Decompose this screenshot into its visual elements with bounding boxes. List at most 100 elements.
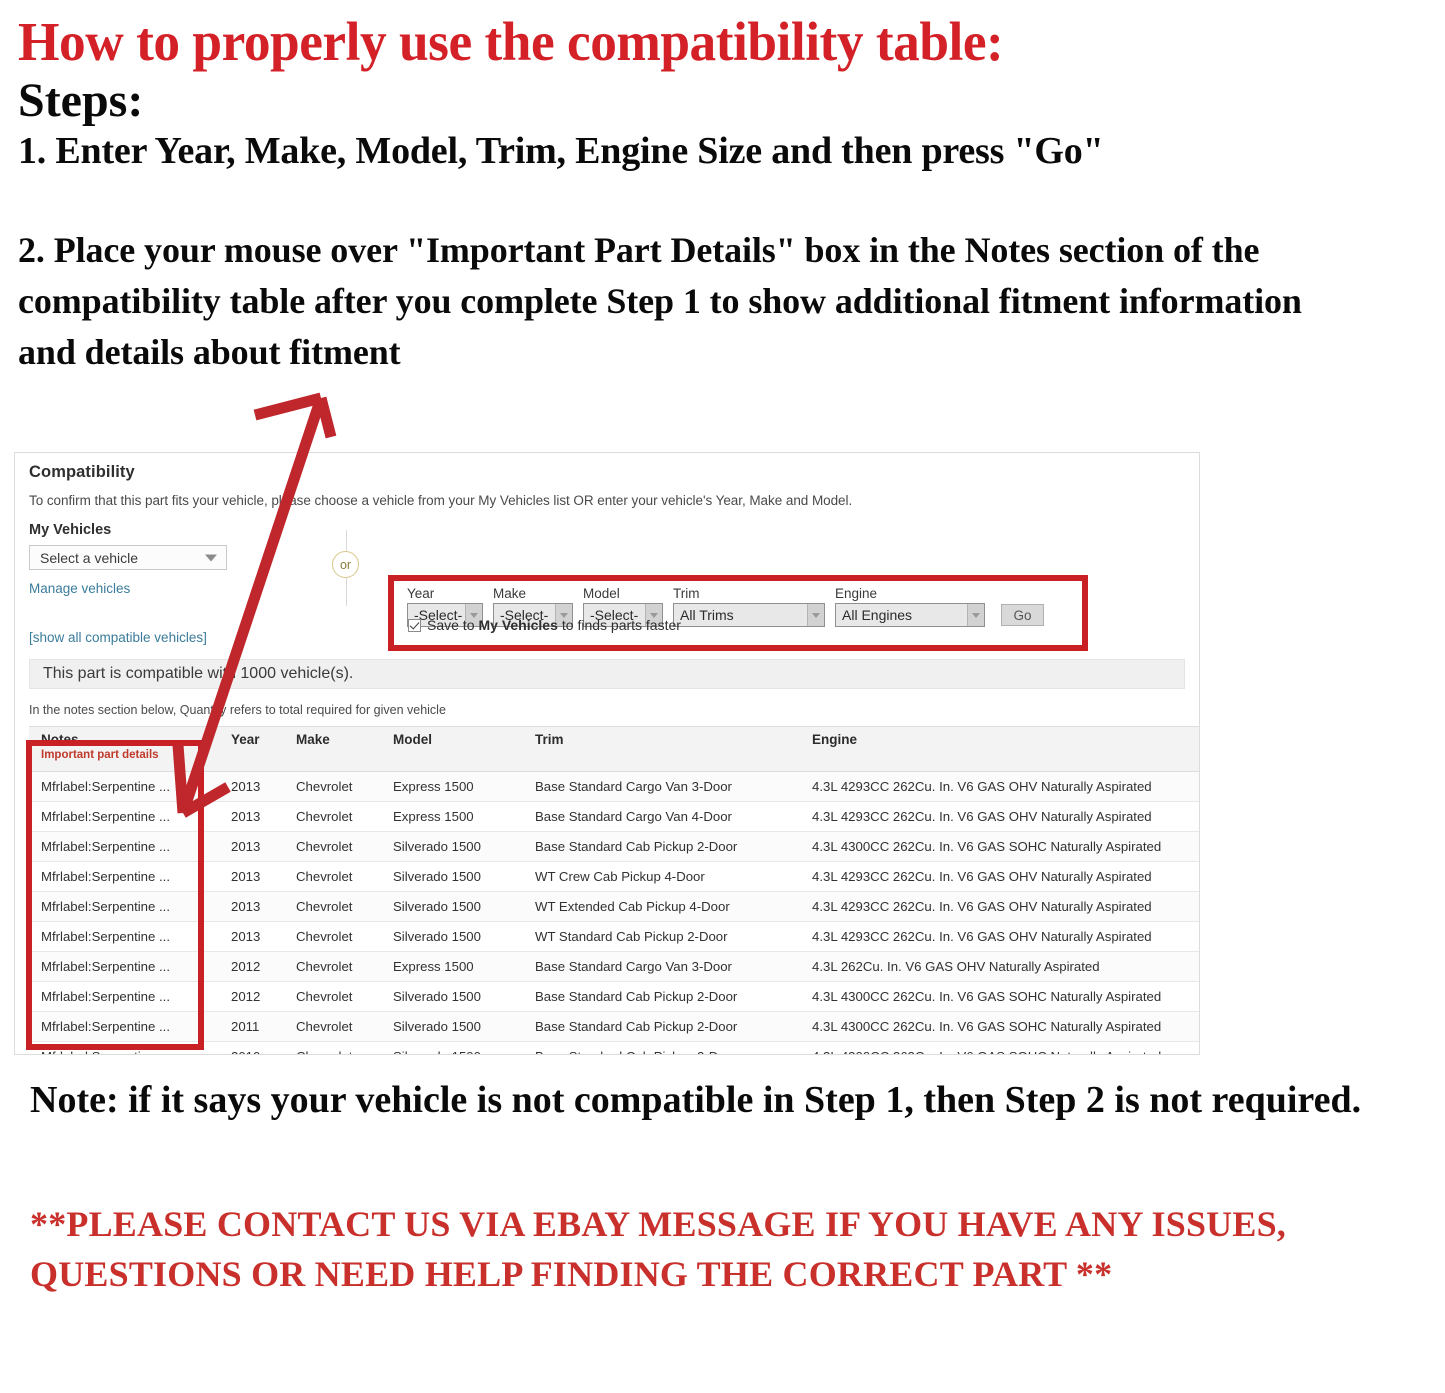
trim-select[interactable]: All Trims [673,603,825,627]
save-to-my-vehicles-row[interactable]: Save to My Vehicles to finds parts faste… [408,617,681,633]
my-vehicles-label: My Vehicles [29,522,112,538]
cell-year: 2011 [219,1011,284,1042]
cell-trim: WT Standard Cab Pickup 2-Door [523,921,800,952]
vehicle-chooser: My Vehicles Select a vehicle Manage vehi… [29,522,1191,651]
my-vehicles-select-value: Select a vehicle [40,549,139,566]
col-header-model: Model [381,726,523,772]
chevron-down-icon [967,604,984,626]
cell-model: Silverado 1500 [381,861,523,892]
engine-select-value: All Engines [842,607,913,623]
trim-select-value: All Trims [680,607,734,623]
go-button[interactable]: Go [1001,604,1044,626]
step-one-text: 1. Enter Year, Make, Model, Trim, Engine… [18,130,1104,173]
table-row: Mfrlabel:Serpentine ... 2013 Chevrolet Expr… [29,801,1199,832]
cell-engine: 4.3L 4300CC 262Cu. In. V6 GAS SOHC Natur… [800,1041,1199,1054]
fitment-table-body: Mfrlabel:Serpentine ... 2013 Chevrolet Expr… [29,771,1199,1054]
cell-notes: Mfrlabel:Serpentine ... [29,861,219,892]
col-header-notes: Notes Important part details [29,726,219,772]
col-header-trim: Trim [523,726,800,772]
chevron-down-icon [205,554,217,561]
year-label: Year [407,586,435,601]
table-row: Mfrlabel:Serpentine ... 2011 Chevrolet Silv… [29,1011,1199,1042]
cell-trim: Base Standard Cab Pickup 2-Door [523,981,800,1012]
cell-engine: 4.3L 4293CC 262Cu. In. V6 GAS OHV Natura… [800,921,1199,952]
cell-model: Express 1500 [381,771,523,802]
my-vehicles-column: My Vehicles Select a vehicle Manage vehi… [29,522,244,596]
cell-model: Express 1500 [381,801,523,832]
cell-engine: 4.3L 4293CC 262Cu. In. V6 GAS OHV Natura… [800,861,1199,892]
cell-year: 2010 [219,1041,284,1054]
cell-make: Chevrolet [284,831,381,862]
panel-title: Compatibility [29,463,135,481]
table-row: Mfrlabel:Serpentine ... 2013 Chevrolet Expr… [29,771,1199,802]
save-suffix-label: to finds parts faster [561,617,681,633]
cell-make: Chevrolet [284,801,381,832]
cell-year: 2012 [219,981,284,1012]
cell-trim: Base Standard Cargo Van 3-Door [523,771,800,802]
cell-year: 2013 [219,861,284,892]
cell-trim: WT Crew Cab Pickup 4-Door [523,861,800,892]
chevron-down-icon [807,604,824,626]
step-two-text: 2. Place your mouse over "Important Part… [18,230,1302,373]
cell-notes: Mfrlabel:Serpentine ... [29,891,219,922]
save-prefix-label: Save to [427,617,475,633]
table-row: Mfrlabel:Serpentine ... 2012 Chevrolet Expr… [29,951,1199,982]
table-row: Mfrlabel:Serpentine ... 2013 Chevrolet Silv… [29,891,1199,922]
cell-year: 2012 [219,951,284,982]
cell-make: Chevrolet [284,861,381,892]
cell-notes: Mfrlabel:Serpentine ... [29,1041,219,1054]
note-text: Note: if it says your vehicle is not com… [30,1079,1362,1121]
cell-make: Chevrolet [284,891,381,922]
cell-make: Chevrolet [284,981,381,1012]
cell-model: Silverado 1500 [381,1011,523,1042]
cell-make: Chevrolet [284,1041,381,1054]
cell-year: 2013 [219,771,284,802]
quantity-note: In the notes section below, Quantity ref… [29,703,446,717]
save-to-my-vehicles-checkbox[interactable] [408,618,421,632]
trim-label: Trim [673,586,700,601]
or-badge-label: or [332,551,359,578]
cell-engine: 4.3L 4293CC 262Cu. In. V6 GAS OHV Natura… [800,891,1199,922]
cell-notes: Mfrlabel:Serpentine ... [29,1011,219,1042]
cell-trim: WT Extended Cab Pickup 4-Door [523,891,800,922]
manage-vehicles-link[interactable]: Manage vehicles [29,581,244,596]
vehicle-form-callout-box: Year -Select- Make -Select- Model -Selec… [388,575,1088,651]
cell-year: 2013 [219,801,284,832]
page-title: How to properly use the compatibility ta… [18,11,1004,72]
engine-label: Engine [835,586,878,601]
cell-notes: Mfrlabel:Serpentine ... [29,771,219,802]
table-row: Mfrlabel:Serpentine ... 2013 Chevrolet Silv… [29,831,1199,862]
cell-make: Chevrolet [284,771,381,802]
engine-select[interactable]: All Engines [835,603,985,627]
table-row: Mfrlabel:Serpentine ... 2012 Chevrolet Silv… [29,981,1199,1012]
contact-text: **PLEASE CONTACT US VIA EBAY MESSAGE IF … [30,1204,1287,1294]
cell-engine: 4.3L 4293CC 262Cu. In. V6 GAS OHV Natura… [800,771,1199,802]
cell-model: Silverado 1500 [381,981,523,1012]
cell-engine: 4.3L 4300CC 262Cu. In. V6 GAS SOHC Natur… [800,981,1199,1012]
cell-notes: Mfrlabel:Serpentine ... [29,831,219,862]
cell-engine: 4.3L 262Cu. In. V6 GAS OHV Naturally Asp… [800,951,1199,982]
table-row: Mfrlabel:Serpentine ... 2013 Chevrolet Silv… [29,861,1199,892]
cell-make: Chevrolet [284,921,381,952]
cell-model: Silverado 1500 [381,891,523,922]
cell-trim: Base Standard Cab Pickup 2-Door [523,1011,800,1042]
cell-notes: Mfrlabel:Serpentine ... [29,921,219,952]
model-label: Model [583,586,620,601]
col-header-year: Year [219,726,284,772]
compatibility-count-bar: This part is compatible with 1000 vehicl… [29,659,1185,689]
cell-make: Chevrolet [284,1011,381,1042]
my-vehicles-select[interactable]: Select a vehicle [29,545,227,570]
table-row: Mfrlabel:Serpentine ... 2013 Chevrolet Silv… [29,921,1199,952]
compatibility-panel: Compatibility To confirm that this part … [14,452,1200,1055]
cell-year: 2013 [219,921,284,952]
cell-trim: Base Standard Cab Pickup 2-Door [523,831,800,862]
cell-notes: Mfrlabel:Serpentine ... [29,981,219,1012]
cell-model: Silverado 1500 [381,1041,523,1054]
panel-subtitle: To confirm that this part fits your vehi… [29,493,853,508]
cell-model: Silverado 1500 [381,831,523,862]
cell-year: 2013 [219,891,284,922]
col-header-make: Make [284,726,381,772]
make-label: Make [493,586,527,601]
cell-notes: Mfrlabel:Serpentine ... [29,801,219,832]
trim-field: Trim All Trims [673,586,825,627]
